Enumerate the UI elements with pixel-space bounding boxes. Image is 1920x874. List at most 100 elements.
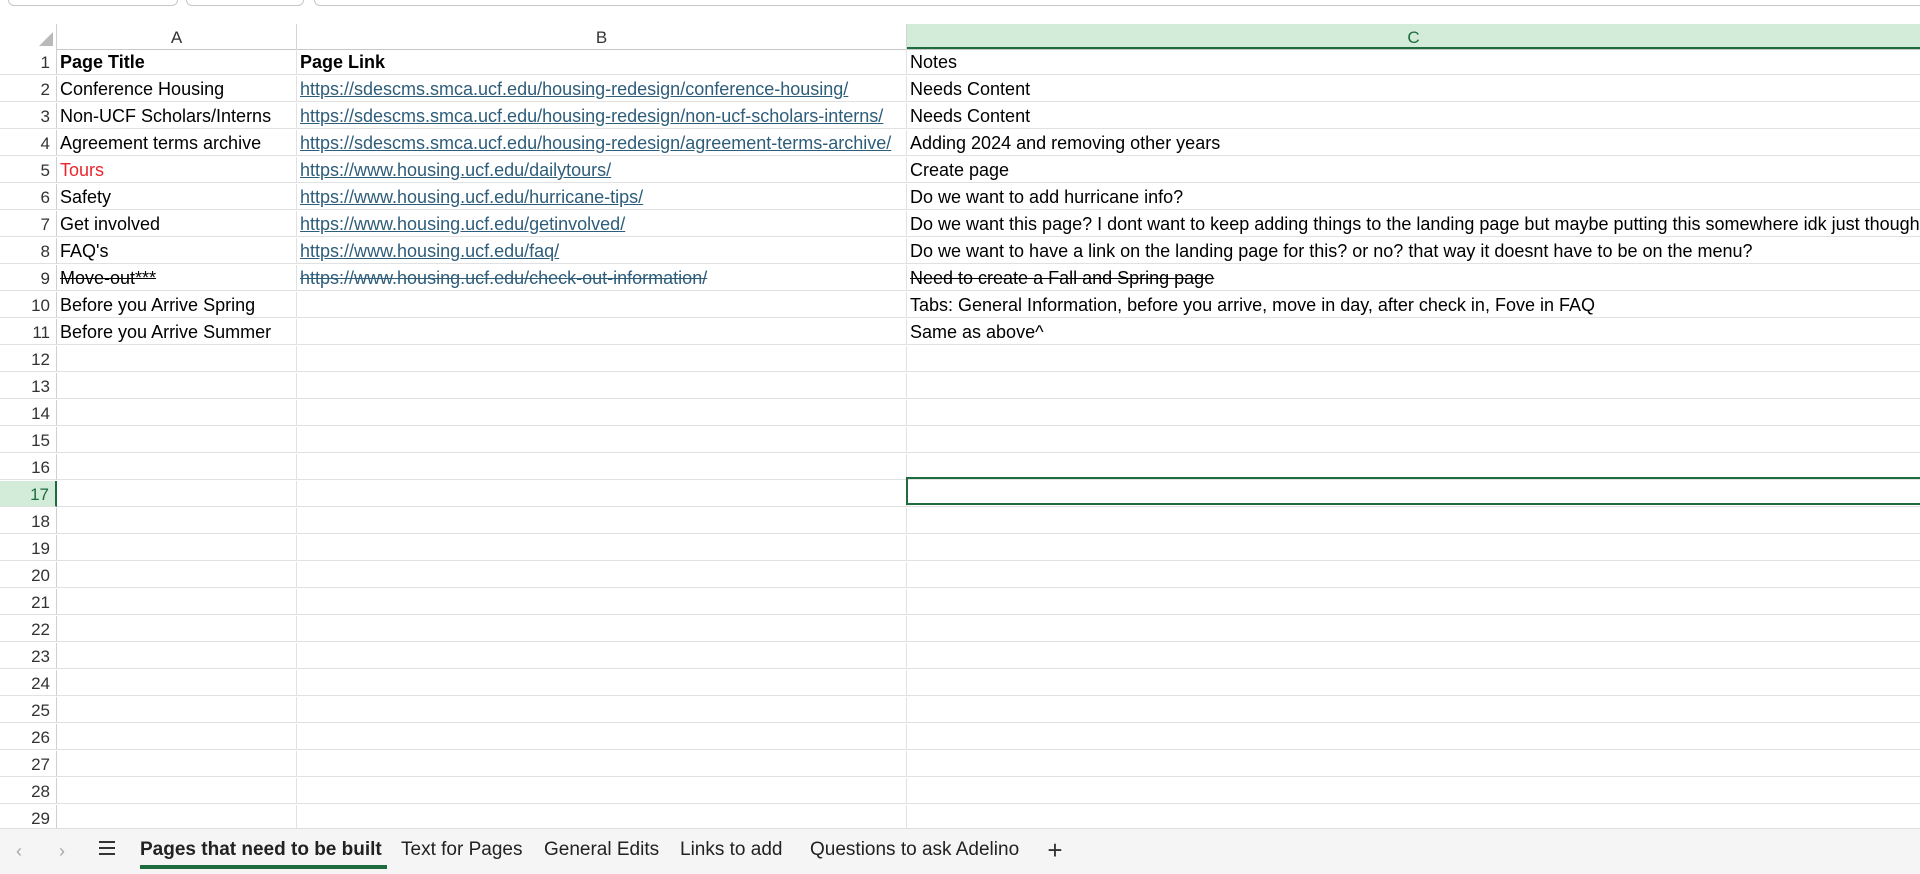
row-header[interactable]: 27 xyxy=(0,751,57,777)
row-header[interactable]: 21 xyxy=(0,589,57,615)
cell-b[interactable] xyxy=(297,319,907,345)
cell-c[interactable]: Need to create a Fall and Spring page xyxy=(907,265,1920,291)
row-header[interactable]: 26 xyxy=(0,724,57,750)
cell-b[interactable] xyxy=(297,778,907,804)
cell-c[interactable] xyxy=(907,724,1920,750)
cell-a[interactable] xyxy=(57,427,297,453)
cell-b[interactable] xyxy=(297,400,907,426)
cell-a[interactable]: FAQ's xyxy=(57,238,297,264)
sheet-tab-pages-that-need-to-be-built[interactable]: Pages that need to be built xyxy=(140,835,387,869)
cell-b[interactable]: https://www.housing.ucf.edu/faq/ xyxy=(297,238,907,264)
sheet-tab-links-to-add[interactable]: Links to add xyxy=(680,835,782,865)
cell-b[interactable] xyxy=(297,481,907,507)
column-header-a[interactable]: A xyxy=(57,24,297,49)
row-header[interactable]: 7 xyxy=(0,211,57,237)
cell-b[interactable]: https://sdescms.smca.ucf.edu/housing-red… xyxy=(297,76,907,102)
cell-a[interactable] xyxy=(57,643,297,669)
cell-b[interactable]: https://sdescms.smca.ucf.edu/housing-red… xyxy=(297,130,907,156)
row-header[interactable]: 18 xyxy=(0,508,57,534)
cell-a[interactable]: Page Title xyxy=(57,49,297,75)
cell-b[interactable] xyxy=(297,751,907,777)
cell-a[interactable]: Agreement terms archive xyxy=(57,130,297,156)
function-box[interactable] xyxy=(186,0,304,6)
cell-a[interactable] xyxy=(57,535,297,561)
cell-b[interactable]: https://www.housing.ucf.edu/check-out-in… xyxy=(297,265,907,291)
next-sheet-icon[interactable]: › xyxy=(49,837,75,865)
cell-a[interactable] xyxy=(57,616,297,642)
row-header[interactable]: 15 xyxy=(0,427,57,453)
cell-c[interactable] xyxy=(907,616,1920,642)
cell-c[interactable]: Do we want to have a link on the landing… xyxy=(907,238,1920,264)
cell-c[interactable]: Do we want to add hurricane info? xyxy=(907,184,1920,210)
cell-b[interactable] xyxy=(297,454,907,480)
cell-a[interactable] xyxy=(57,751,297,777)
row-header[interactable]: 6 xyxy=(0,184,57,210)
cell-b[interactable] xyxy=(297,616,907,642)
row-header[interactable]: 24 xyxy=(0,670,57,696)
sheet-tab-questions-to-ask-adelino[interactable]: Questions to ask Adelino xyxy=(810,835,1019,865)
row-header[interactable]: 13 xyxy=(0,373,57,399)
row-header[interactable]: 14 xyxy=(0,400,57,426)
cell-a[interactable] xyxy=(57,400,297,426)
cell-b[interactable] xyxy=(297,292,907,318)
row-header[interactable]: 4 xyxy=(0,130,57,156)
column-header-b[interactable]: B xyxy=(297,24,907,49)
cell-c[interactable] xyxy=(907,535,1920,561)
cell-c[interactable] xyxy=(907,481,1920,507)
cell-c[interactable] xyxy=(907,589,1920,615)
cell-c[interactable] xyxy=(907,778,1920,804)
cell-b[interactable]: https://www.housing.ucf.edu/hurricane-ti… xyxy=(297,184,907,210)
cell-b[interactable] xyxy=(297,589,907,615)
cell-c[interactable] xyxy=(907,562,1920,588)
cell-b[interactable]: https://sdescms.smca.ucf.edu/housing-red… xyxy=(297,103,907,129)
cell-c[interactable] xyxy=(907,697,1920,723)
prev-sheet-icon[interactable]: ‹ xyxy=(6,837,32,865)
cell-b[interactable] xyxy=(297,643,907,669)
cell-c[interactable]: Create page xyxy=(907,157,1920,183)
cell-c[interactable] xyxy=(907,643,1920,669)
cell-a[interactable] xyxy=(57,454,297,480)
row-header[interactable]: 2 xyxy=(0,76,57,102)
cell-c[interactable]: Do we want this page? I dont want to kee… xyxy=(907,211,1920,237)
cell-c[interactable] xyxy=(907,508,1920,534)
row-header[interactable]: 17 xyxy=(0,481,57,507)
cell-a[interactable]: Safety xyxy=(57,184,297,210)
cell-b[interactable] xyxy=(297,346,907,372)
row-header[interactable]: 11 xyxy=(0,319,57,345)
cell-c[interactable] xyxy=(907,427,1920,453)
cell-a[interactable] xyxy=(57,724,297,750)
cell-c[interactable]: Tabs: General Information, before you ar… xyxy=(907,292,1920,318)
cell-a[interactable] xyxy=(57,589,297,615)
cell-c[interactable]: Needs Content xyxy=(907,76,1920,102)
row-header[interactable]: 3 xyxy=(0,103,57,129)
cell-c[interactable]: Adding 2024 and removing other years xyxy=(907,130,1920,156)
row-header[interactable]: 10 xyxy=(0,292,57,318)
all-sheets-menu-icon[interactable] xyxy=(94,837,120,865)
row-header[interactable]: 8 xyxy=(0,238,57,264)
column-header-c[interactable]: C xyxy=(907,24,1920,49)
cell-a[interactable] xyxy=(57,778,297,804)
cell-a[interactable]: Non-UCF Scholars/Interns xyxy=(57,103,297,129)
cell-a[interactable] xyxy=(57,481,297,507)
cell-b[interactable] xyxy=(297,508,907,534)
cell-c[interactable] xyxy=(907,670,1920,696)
cell-a[interactable] xyxy=(57,346,297,372)
cell-b[interactable]: Page Link xyxy=(297,49,907,75)
row-header[interactable]: 1 xyxy=(0,49,57,75)
cell-c[interactable] xyxy=(907,751,1920,777)
cell-a[interactable]: Tours xyxy=(57,157,297,183)
select-all-corner[interactable] xyxy=(0,24,57,49)
cell-a[interactable] xyxy=(57,562,297,588)
cell-b[interactable] xyxy=(297,562,907,588)
cell-c[interactable] xyxy=(907,454,1920,480)
cell-b[interactable]: https://www.housing.ucf.edu/getinvolved/ xyxy=(297,211,907,237)
sheet-tab-text-for-pages[interactable]: Text for Pages xyxy=(401,835,522,865)
cell-a[interactable]: Before you Arrive Summer xyxy=(57,319,297,345)
row-header[interactable]: 25 xyxy=(0,697,57,723)
cell-c[interactable]: Same as above^ xyxy=(907,319,1920,345)
row-header[interactable]: 9 xyxy=(0,265,57,291)
row-header[interactable]: 28 xyxy=(0,778,57,804)
cell-c[interactable]: Notes xyxy=(907,49,1920,75)
cell-c[interactable] xyxy=(907,373,1920,399)
cell-c[interactable]: Needs Content xyxy=(907,103,1920,129)
